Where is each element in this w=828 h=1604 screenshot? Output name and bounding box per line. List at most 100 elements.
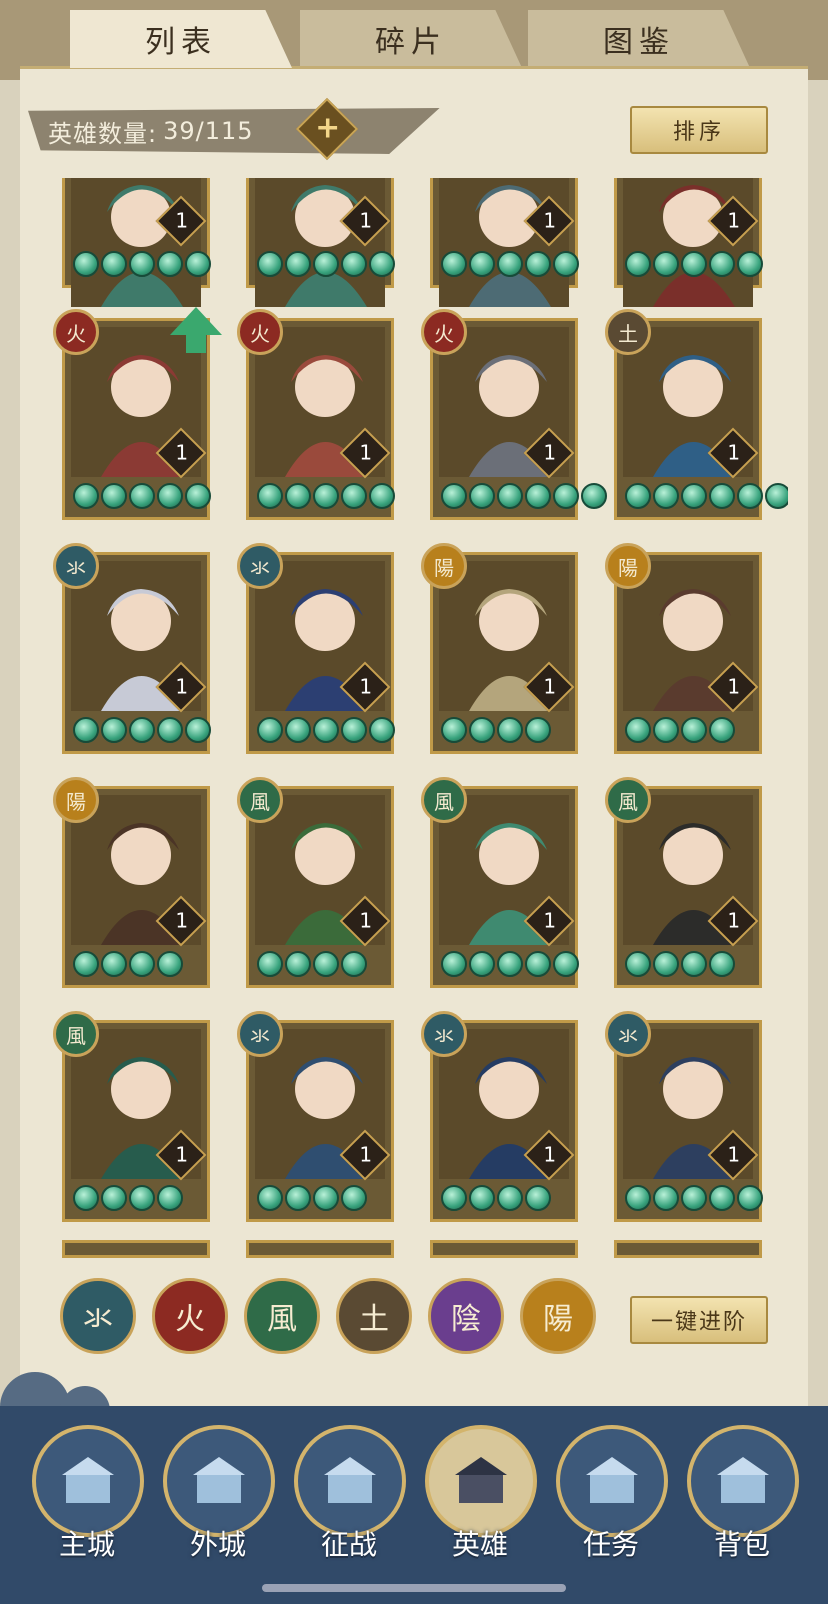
tab-fragments-label: 碎片 (375, 25, 447, 60)
jade-gem-icon (341, 717, 367, 743)
jade-gem-icon (369, 717, 395, 743)
jade-gem-icon (497, 951, 523, 977)
one-click-upgrade-button[interactable]: 一键进阶 (630, 1296, 768, 1344)
level-value: 1 (359, 208, 373, 233)
wind-element-icon: 風 (53, 1011, 99, 1057)
hero-card[interactable]: 風1 (53, 1011, 210, 1222)
hero-card[interactable]: 氺1 (237, 1011, 394, 1222)
bag-icon (687, 1425, 799, 1537)
hero-card[interactable]: 陽1 (421, 543, 578, 754)
jade-gem-icon (525, 483, 551, 509)
hero-card[interactable]: 火1 (237, 309, 395, 520)
jade-gem-icon (553, 483, 579, 509)
upgrade-arrow-icon (170, 307, 222, 353)
jade-gem-icon (157, 483, 183, 509)
nav-item-main-city[interactable]: 主城 (32, 1425, 144, 1575)
level-value: 1 (543, 674, 557, 699)
wind-element-icon: 風 (605, 777, 651, 823)
tab-list[interactable]: 列表 (70, 10, 292, 68)
main-city-icon (32, 1425, 144, 1537)
jade-gem-icon (469, 951, 495, 977)
element-filter-bar: 氺火風土陰陽 (60, 1278, 600, 1354)
jade-gem-icon (581, 483, 607, 509)
level-value: 1 (359, 440, 373, 465)
hero-card[interactable] (246, 1240, 394, 1258)
hero-card[interactable]: 陽1 (605, 543, 762, 754)
hero-card[interactable]: 1 (614, 178, 763, 307)
hero-card[interactable]: 陽1 (53, 777, 210, 988)
level-value: 1 (175, 908, 189, 933)
jade-gem-icon (341, 251, 367, 277)
nav-label: 征战 (320, 1528, 377, 1561)
jade-gem-icon (469, 717, 495, 743)
hero-card[interactable]: 土1 (605, 309, 788, 520)
hero-card[interactable]: 火1 (421, 309, 607, 520)
level-value: 1 (543, 908, 557, 933)
filter-fire-icon[interactable]: 火 (152, 1278, 228, 1354)
hero-card[interactable]: 1 (62, 178, 211, 307)
filter-yang-icon[interactable]: 陽 (520, 1278, 596, 1354)
jade-gem-icon (341, 951, 367, 977)
jade-gem-icon (313, 717, 339, 743)
hero-card[interactable]: 火1 (53, 307, 222, 520)
jade-gem-icon (441, 483, 467, 509)
jade-gem-icon (709, 1185, 735, 1211)
level-value: 1 (543, 440, 557, 465)
jade-gem-icon (73, 483, 99, 509)
jade-gem-icon (709, 251, 735, 277)
jade-gem-icon (157, 251, 183, 277)
hero-card[interactable]: 氺1 (53, 543, 211, 754)
filter-yin-icon[interactable]: 陰 (428, 1278, 504, 1354)
hero-card[interactable]: 氺1 (421, 1011, 578, 1222)
filter-earth-icon[interactable]: 土 (336, 1278, 412, 1354)
jade-gem-icon (525, 717, 551, 743)
hero-card[interactable]: 氺1 (237, 543, 395, 754)
level-value: 1 (175, 674, 189, 699)
jade-gem-icon (101, 717, 127, 743)
jade-gem-icon (653, 717, 679, 743)
jade-gem-icon (681, 1185, 707, 1211)
jade-gem-icon (285, 251, 311, 277)
jade-gem-icon (157, 951, 183, 977)
hero-card[interactable] (430, 1240, 578, 1258)
jade-gem-icon (257, 717, 283, 743)
hero-card[interactable] (614, 1240, 762, 1258)
tab-codex[interactable]: 图鉴 (528, 10, 750, 68)
nav-item-task[interactable]: 任务 (556, 1425, 668, 1575)
nav-item-bag[interactable]: 背包 (687, 1425, 799, 1575)
jade-gem-icon (737, 251, 763, 277)
star-gems (625, 1185, 763, 1213)
jade-gem-icon (129, 717, 155, 743)
jade-gem-icon (313, 483, 339, 509)
hero-card[interactable]: 風1 (237, 777, 394, 988)
nav-item-hero[interactable]: 英雄 (425, 1425, 537, 1575)
hero-card[interactable]: 氺1 (605, 1011, 763, 1222)
jade-gem-icon (73, 717, 99, 743)
water-element-icon: 氺 (605, 1011, 651, 1057)
fire-element-icon: 火 (421, 309, 467, 355)
tab-codex-label: 图鉴 (603, 25, 675, 60)
jade-gem-icon (469, 251, 495, 277)
hero-card[interactable]: 風1 (605, 777, 762, 988)
nav-label: 外城 (189, 1528, 246, 1561)
nav-item-outer-city[interactable]: 外城 (163, 1425, 275, 1575)
star-gems (257, 251, 395, 279)
hero-card[interactable]: 1 (246, 178, 395, 307)
star-gems (257, 1185, 367, 1213)
nav-item-battle[interactable]: 征战 (294, 1425, 406, 1575)
jade-gem-icon (625, 483, 651, 509)
filter-water-icon[interactable]: 氺 (60, 1278, 136, 1354)
hero-card[interactable]: 風1 (421, 777, 579, 988)
level-value: 1 (727, 674, 741, 699)
sort-button[interactable]: 排序 (630, 106, 768, 154)
jade-gem-icon (653, 483, 679, 509)
hero-card[interactable] (62, 1240, 210, 1258)
jade-gem-icon (129, 951, 155, 977)
water-element-icon: 氺 (53, 543, 99, 589)
filter-wind-icon[interactable]: 風 (244, 1278, 320, 1354)
wind-element-icon: 風 (421, 777, 467, 823)
hero-card[interactable]: 1 (430, 178, 579, 307)
tab-fragments[interactable]: 碎片 (300, 10, 522, 68)
level-value: 1 (175, 208, 189, 233)
jade-gem-icon (709, 951, 735, 977)
